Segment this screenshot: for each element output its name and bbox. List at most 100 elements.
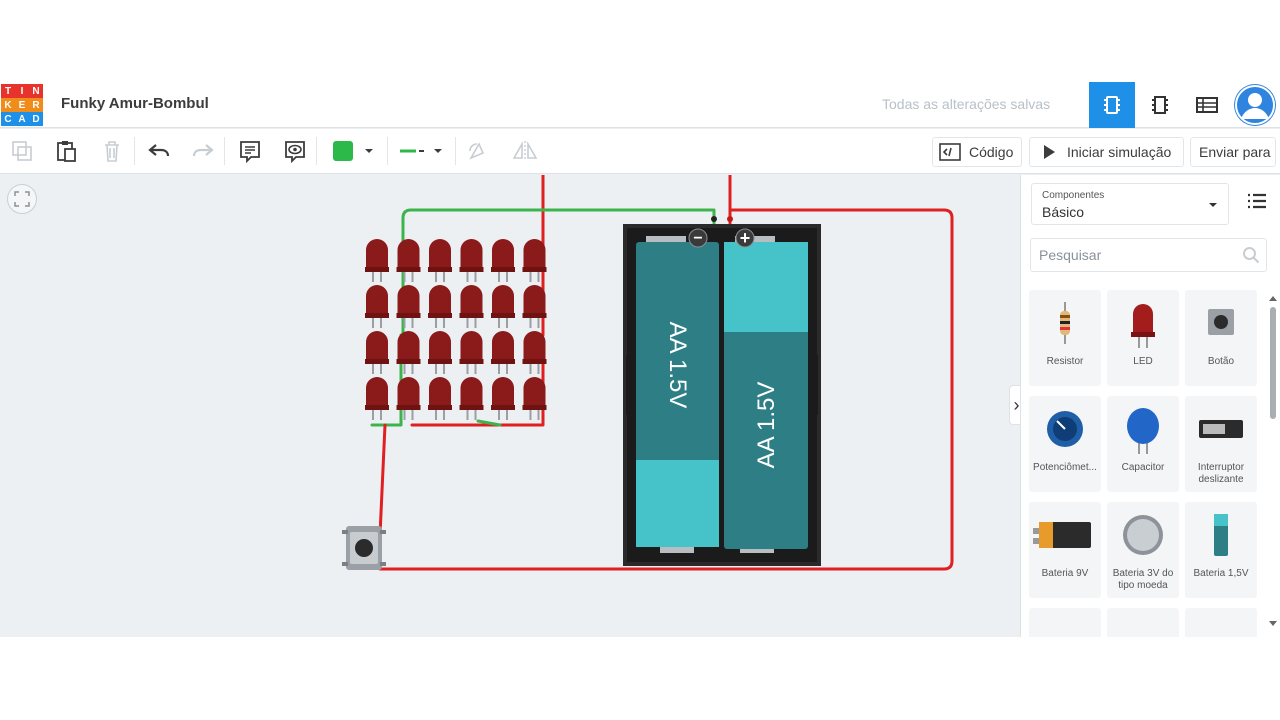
start-simulation-label: Iniciar simulação: [1067, 144, 1172, 160]
minus-terminal-label: −: [693, 230, 702, 247]
logo-letter: T: [1, 84, 15, 98]
led[interactable]: [428, 239, 452, 282]
save-status: Todas as alterações salvas: [882, 96, 1051, 112]
flip-button[interactable]: [509, 135, 541, 167]
notes-visibility-button[interactable]: [279, 135, 311, 167]
category-dropdown[interactable]: Componentes Básico: [1031, 183, 1229, 225]
led[interactable]: [365, 331, 389, 374]
component-list-icon: [1196, 97, 1218, 113]
component-label: Potenciômet...: [1033, 462, 1097, 473]
led[interactable]: [428, 377, 452, 420]
component-tile[interactable]: [1107, 608, 1179, 637]
led[interactable]: [459, 377, 484, 420]
delete-button[interactable]: [96, 135, 128, 167]
component-tile[interactable]: Capacitor: [1107, 396, 1179, 492]
wire-connector-dot: [711, 216, 717, 222]
wire-color-selector[interactable]: [326, 135, 382, 167]
led[interactable]: [396, 285, 421, 328]
undo-button[interactable]: [143, 135, 175, 167]
wire-red-button[interactable]: [378, 423, 387, 537]
coin-battery-icon: [1107, 510, 1179, 560]
schematic-view-icon: [1152, 96, 1168, 114]
led[interactable]: [491, 285, 515, 328]
redo-icon: [192, 144, 214, 157]
component-tile[interactable]: Botão: [1185, 290, 1257, 386]
panel-scrollbar[interactable]: [1269, 295, 1277, 635]
component-tile[interactable]: LED: [1107, 290, 1179, 386]
scroll-up-icon: [1269, 296, 1277, 301]
scrollbar-thumb[interactable]: [1270, 307, 1276, 419]
component-label: Bateria 1,5V: [1193, 568, 1249, 579]
project-title[interactable]: Funky Amur-Bombul: [61, 95, 209, 112]
led[interactable]: [459, 285, 484, 328]
circuit-view-button[interactable]: [1089, 82, 1135, 128]
component-tile[interactable]: Resistor: [1029, 290, 1101, 386]
circuit-view-icon: [1104, 96, 1120, 114]
wire-type-selector[interactable]: [393, 135, 449, 167]
led[interactable]: [365, 377, 389, 420]
schematic-view-button[interactable]: [1137, 82, 1183, 128]
led[interactable]: [459, 331, 484, 374]
user-icon: [1235, 85, 1275, 125]
component-tile[interactable]: Potenciômet...: [1029, 396, 1101, 492]
flip-icon: [512, 140, 538, 161]
led[interactable]: [428, 285, 452, 328]
component-tile[interactable]: Bateria 3V do tipo moeda: [1107, 502, 1179, 598]
tinkercad-logo[interactable]: TINKERCAD: [1, 84, 43, 126]
list-view-toggle[interactable]: [1247, 193, 1267, 214]
wire-type-icon: [400, 149, 424, 153]
top-bar: TINKERCAD Funky Amur-Bombul Todas as alt…: [0, 82, 1280, 128]
led[interactable]: [428, 331, 452, 374]
led[interactable]: [396, 239, 421, 282]
user-avatar[interactable]: [1234, 84, 1276, 126]
search-field[interactable]: [1030, 238, 1267, 272]
toolbar-divider: [316, 137, 317, 165]
rotate-button[interactable]: [462, 135, 494, 167]
chevron-down-icon: [365, 149, 373, 153]
battery-2-label: AA 1.5V: [753, 382, 780, 469]
list-icon: [1248, 193, 1266, 209]
resistor-icon: [1029, 298, 1101, 348]
undo-icon: [148, 144, 170, 157]
notes-button[interactable]: [234, 135, 266, 167]
component-tile[interactable]: Interruptor deslizante: [1185, 396, 1257, 492]
component-label: Interruptor deslizante: [1197, 462, 1245, 485]
logo-letter: I: [15, 84, 29, 98]
chevron-down-icon: [434, 149, 442, 153]
component-tile[interactable]: Bateria 9V: [1029, 502, 1101, 598]
circuit-canvas[interactable]: AA 1.5V AA 1.5V − +: [0, 175, 1020, 637]
pushbutton[interactable]: [342, 526, 386, 570]
led[interactable]: [491, 331, 515, 374]
logo-letter: D: [29, 112, 43, 126]
rotate-icon: [469, 142, 485, 160]
battery-pack[interactable]: AA 1.5V AA 1.5V − +: [623, 216, 821, 566]
component-tile[interactable]: [1185, 608, 1257, 637]
paste-button[interactable]: [50, 135, 82, 167]
component-list-button[interactable]: [1184, 82, 1230, 128]
battery-1-5v-icon: [1185, 510, 1257, 560]
led[interactable]: [491, 377, 515, 420]
code-icon: [939, 143, 961, 161]
copy-button[interactable]: [6, 135, 38, 167]
led[interactable]: [365, 285, 389, 328]
component-tile[interactable]: Bateria 1,5V: [1185, 502, 1257, 598]
led[interactable]: [491, 239, 515, 282]
search-input[interactable]: [1031, 239, 1231, 271]
redo-button[interactable]: [187, 135, 219, 167]
component-label: LED: [1133, 356, 1153, 367]
send-to-button[interactable]: Enviar para: [1190, 137, 1276, 167]
led[interactable]: [365, 239, 389, 282]
pushbutton-icon: [1185, 298, 1257, 348]
code-button[interactable]: Código: [932, 137, 1022, 167]
circuit-drawing: AA 1.5V AA 1.5V − +: [342, 175, 954, 571]
start-simulation-button[interactable]: Iniciar simulação: [1029, 137, 1184, 167]
chevron-down-icon: [1209, 203, 1217, 207]
wire-color-swatch: [333, 141, 353, 161]
logo-letter: C: [1, 112, 15, 126]
capacitor-icon: [1107, 404, 1179, 454]
component-tile[interactable]: [1029, 608, 1101, 637]
logo-letter: N: [29, 84, 43, 98]
battery-1-label: AA 1.5V: [664, 322, 691, 409]
logo-letter: E: [15, 98, 29, 112]
led[interactable]: [459, 239, 484, 282]
